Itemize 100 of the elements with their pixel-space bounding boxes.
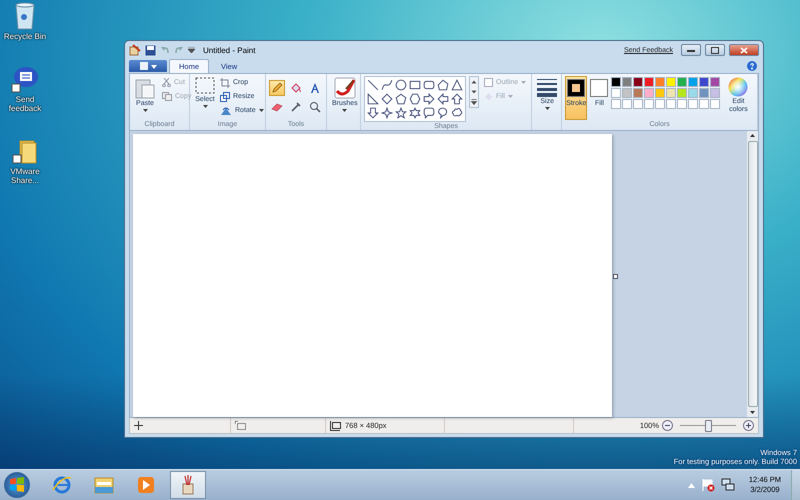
- color-swatch[interactable]: [710, 88, 720, 98]
- maximize-icon: [711, 46, 719, 54]
- save-icon[interactable]: [145, 44, 156, 56]
- hexagon-icon[interactable]: [409, 93, 421, 105]
- six-point-star-icon[interactable]: [409, 107, 421, 119]
- color-swatch[interactable]: [633, 77, 644, 87]
- taskbar-button[interactable]: [170, 471, 206, 499]
- five-point-star-icon[interactable]: [395, 107, 407, 119]
- oval-callout-icon[interactable]: [437, 107, 449, 119]
- diamond-icon[interactable]: [381, 93, 393, 105]
- recycle-bin-icon[interactable]: [13, 2, 37, 30]
- selection-size-icon: [235, 420, 246, 430]
- eraser-icon: [271, 101, 283, 113]
- color-swatch[interactable]: [622, 77, 632, 87]
- color-swatch[interactable]: [688, 88, 698, 98]
- zoom-in-button[interactable]: [743, 420, 754, 431]
- desktop-icon-label[interactable]: VMware Share...: [2, 167, 48, 185]
- right-arrow-icon[interactable]: [423, 93, 435, 105]
- desktop-icon-label[interactable]: Send feedback: [2, 95, 48, 113]
- caret-icon: [342, 109, 348, 112]
- window-title: Untitled - Paint: [203, 46, 256, 54]
- paint-app-icon[interactable]: [129, 44, 141, 56]
- paint-bucket-icon: [290, 82, 302, 94]
- color-swatch[interactable]: [677, 77, 688, 87]
- magnifier-icon: [309, 101, 321, 113]
- outline-icon: [484, 78, 493, 87]
- color-wheel-icon: [728, 77, 748, 97]
- text-tool-icon: [309, 82, 321, 94]
- clipboard-icon: [135, 77, 155, 99]
- start-button[interactable]: [4, 472, 30, 498]
- flag-icon[interactable]: [700, 478, 715, 492]
- scissors-icon: [162, 78, 171, 87]
- caret-icon: [544, 107, 550, 110]
- color-swatch[interactable]: [699, 88, 710, 98]
- caret-icon: [142, 109, 148, 112]
- brush-icon: [334, 77, 356, 99]
- magnifier-button[interactable]: [307, 99, 323, 115]
- cloud-callout-icon[interactable]: [451, 107, 463, 119]
- rectangle-icon[interactable]: [409, 79, 421, 91]
- close-icon: [740, 46, 748, 54]
- down-arrow-icon[interactable]: [367, 107, 379, 119]
- color-swatch[interactable]: [644, 88, 654, 98]
- up-arrow-icon[interactable]: [451, 93, 463, 105]
- vertical-scrollbar[interactable]: [747, 131, 758, 417]
- color-swatch[interactable]: [611, 88, 622, 98]
- copy-icon: [162, 92, 172, 101]
- plus-icon: [743, 420, 754, 431]
- zoom-slider-thumb[interactable]: [705, 420, 712, 432]
- help-icon[interactable]: [747, 61, 757, 71]
- rotate-icon: [220, 106, 232, 116]
- desktop-icon-label[interactable]: Recycle Bin: [2, 32, 48, 41]
- color-swatch[interactable]: [666, 77, 676, 87]
- color-swatch[interactable]: [622, 88, 632, 98]
- selection-rectangle-icon: [195, 77, 215, 95]
- windows-logo-icon: [9, 477, 25, 493]
- color-swatch[interactable]: [633, 88, 644, 98]
- oval-icon[interactable]: [395, 79, 407, 91]
- color-swatch[interactable]: [644, 77, 654, 87]
- canvas-size-icon: [330, 420, 341, 430]
- caret-icon: [521, 81, 526, 84]
- maximize-button[interactable]: [705, 44, 725, 56]
- speech-bubble-icon[interactable]: [11, 65, 39, 93]
- color-swatch[interactable]: [677, 88, 688, 98]
- line-icon[interactable]: [367, 79, 379, 91]
- color-swatch[interactable]: [611, 77, 622, 87]
- resize-icon: [220, 92, 230, 102]
- expand-gallery-icon[interactable]: [470, 97, 478, 107]
- close-button[interactable]: [729, 44, 759, 56]
- crop-icon: [220, 78, 230, 88]
- minimize-icon: [687, 48, 695, 52]
- network-icon[interactable]: [720, 478, 735, 492]
- menu-icon: [138, 62, 158, 70]
- color-swatch[interactable]: [688, 77, 698, 87]
- resize-handle[interactable]: [613, 274, 618, 279]
- dropdown-caret-icon[interactable]: [188, 47, 195, 53]
- play-icon: [135, 474, 157, 496]
- right-triangle-icon[interactable]: [367, 93, 379, 105]
- minus-icon: [662, 420, 673, 431]
- minimize-button[interactable]: [681, 44, 701, 56]
- four-point-star-icon[interactable]: [381, 107, 393, 119]
- color-picker-icon: [290, 101, 302, 113]
- polygon-icon[interactable]: [437, 79, 449, 91]
- left-arrow-icon[interactable]: [437, 93, 449, 105]
- color-swatch[interactable]: [666, 88, 676, 98]
- globe-icon: [51, 474, 73, 496]
- color-swatch[interactable]: [655, 77, 666, 87]
- line-width-icon: [537, 77, 558, 97]
- cursor-position-icon: [134, 421, 143, 430]
- pencil-icon: [271, 82, 283, 94]
- zoom-out-button[interactable]: [662, 420, 673, 431]
- curve-icon[interactable]: [381, 79, 393, 91]
- paint-menu-button[interactable]: [129, 60, 167, 72]
- pentagon-icon[interactable]: [395, 93, 407, 105]
- pencil-button[interactable]: [269, 80, 285, 96]
- color-swatch[interactable]: [699, 77, 710, 87]
- color-swatch[interactable]: [710, 77, 720, 87]
- color-swatch[interactable]: [655, 88, 666, 98]
- caret-icon: [258, 109, 264, 112]
- triangle-icon[interactable]: [451, 79, 463, 91]
- rounded-callout-icon[interactable]: [423, 107, 435, 119]
